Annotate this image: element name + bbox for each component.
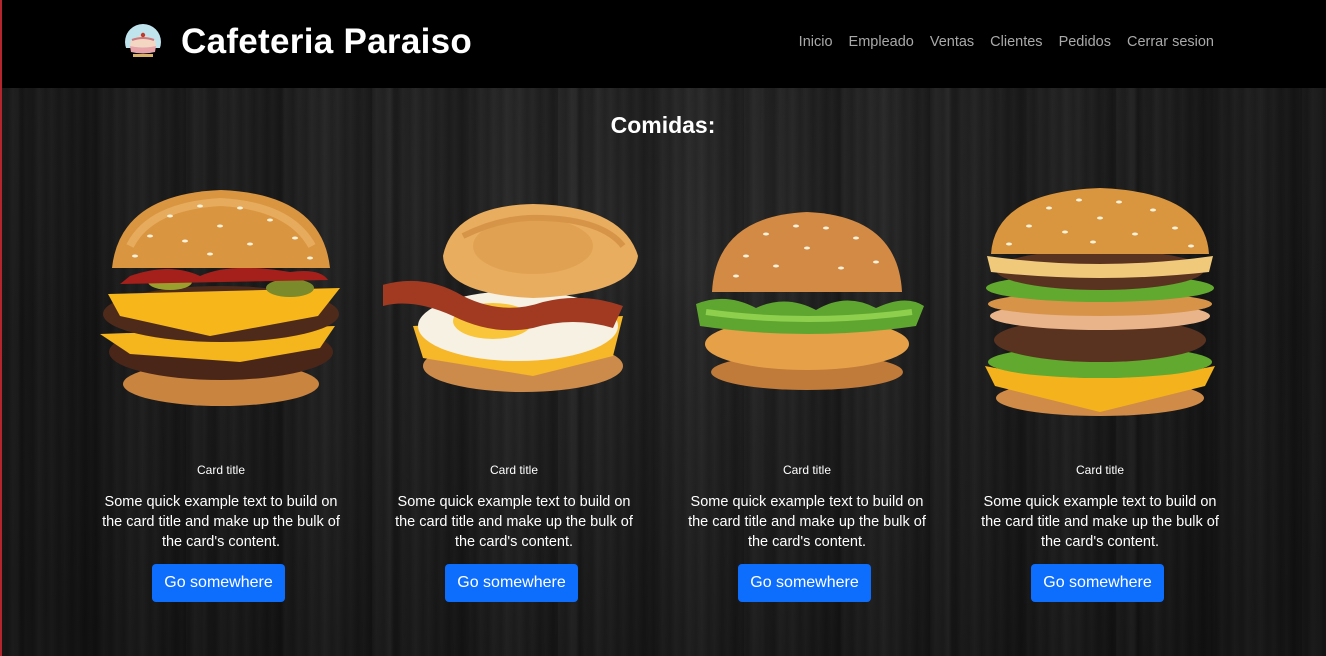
main-nav: Inicio Empleado Ventas Clientes Pedidos … — [799, 34, 1214, 50]
window-edge — [0, 0, 2, 656]
nav-clientes[interactable]: Clientes — [990, 34, 1042, 50]
go-somewhere-button[interactable]: Go somewhere — [152, 564, 285, 602]
go-somewhere-button[interactable]: Go somewhere — [1031, 564, 1164, 602]
card-title: Card title — [489, 463, 539, 477]
nav-empleado[interactable]: Empleado — [849, 34, 914, 50]
nav-ventas[interactable]: Ventas — [930, 34, 974, 50]
nav-pedidos[interactable]: Pedidos — [1059, 34, 1111, 50]
food-card: Card title Some quick example text to bu… — [379, 176, 645, 616]
double-cheeseburger-image — [90, 176, 352, 431]
go-somewhere-button[interactable]: Go somewhere — [445, 564, 578, 602]
chicken-burger-image — [676, 176, 938, 431]
go-somewhere-button[interactable]: Go somewhere — [738, 564, 871, 602]
big-burger-image — [969, 176, 1231, 431]
card-text: Some quick example text to build on the … — [688, 494, 926, 550]
card-text: Some quick example text to build on the … — [981, 494, 1219, 550]
card-title: Card title — [1075, 463, 1125, 477]
food-card: Card title Some quick example text to bu… — [90, 176, 352, 616]
nav-inicio[interactable]: Inicio — [799, 34, 833, 50]
section-heading: Comidas: — [610, 112, 716, 138]
card-text: Some quick example text to build on the … — [395, 494, 633, 550]
card-text: Some quick example text to build on the … — [102, 494, 340, 550]
card-grid: Card title Some quick example text to bu… — [0, 176, 1326, 636]
card-title: Card title — [196, 463, 246, 477]
navbar: Cafeteria Paraiso Inicio Empleado Ventas… — [0, 0, 1326, 88]
cake-logo-icon[interactable] — [122, 22, 164, 62]
bacon-egg-muffin-image — [379, 176, 645, 431]
food-card: Card title Some quick example text to bu… — [969, 176, 1231, 616]
brand-title[interactable]: Cafeteria Paraiso — [181, 22, 472, 62]
nav-cerrar-sesion[interactable]: Cerrar sesion — [1127, 34, 1214, 50]
food-card: Card title Some quick example text to bu… — [676, 176, 938, 616]
card-title: Card title — [782, 463, 832, 477]
